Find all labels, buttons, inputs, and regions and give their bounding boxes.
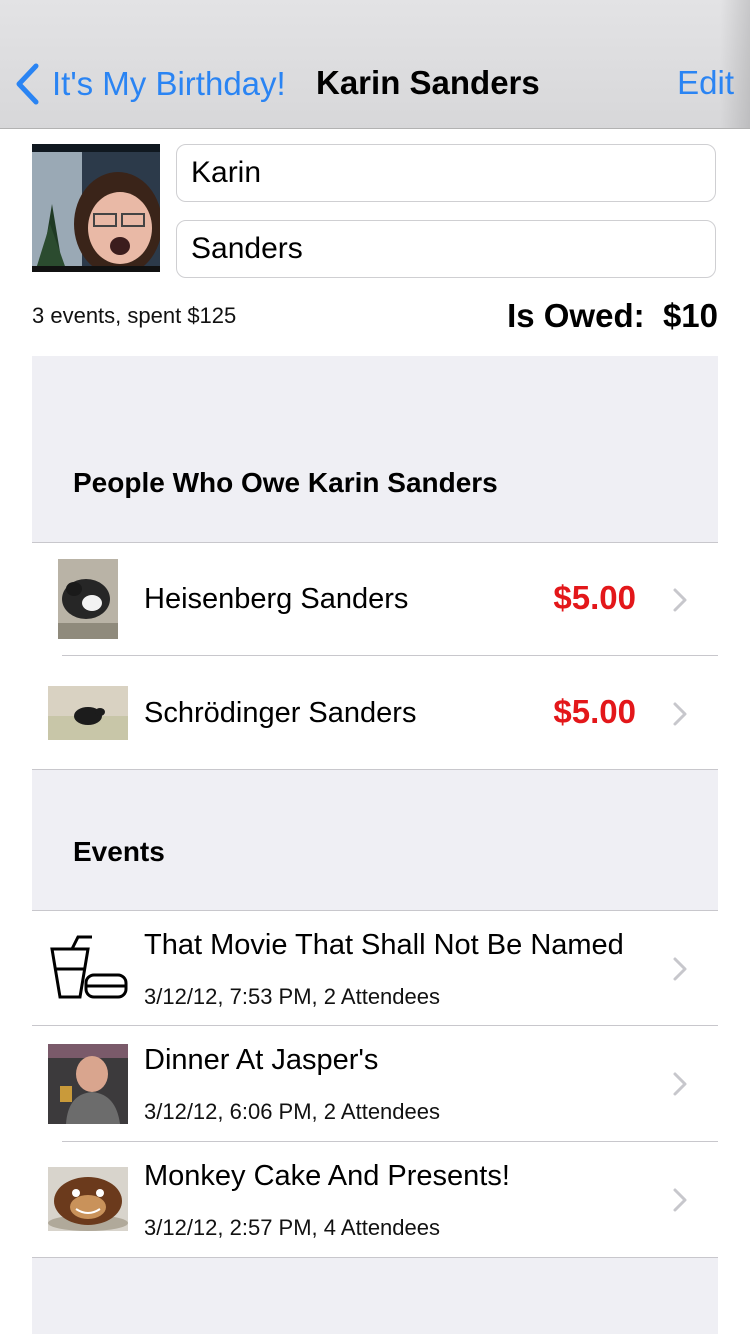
person-row-schrodinger[interactable]: Schrödinger Sanders $5.00 <box>32 656 718 770</box>
owed-amount: $10 <box>662 297 718 334</box>
chevron-left-icon <box>16 63 39 105</box>
navigation-bar: It's My Birthday! Karin Sanders Edit <box>0 0 750 129</box>
chevron-right-icon <box>673 1072 687 1096</box>
event-row[interactable]: That Movie That Shall Not Be Named 3/12/… <box>32 911 718 1026</box>
person-photo <box>58 559 118 639</box>
event-row[interactable]: Dinner At Jasper's 3/12/12, 6:06 PM, 2 A… <box>32 1026 718 1142</box>
chevron-right-icon <box>673 588 687 612</box>
edit-button[interactable]: Edit <box>677 64 734 102</box>
owe-section-title: People Who Owe Karin Sanders <box>73 467 498 498</box>
events-section-header: Events <box>32 770 718 910</box>
person-name: Heisenberg Sanders <box>144 583 409 615</box>
events-section-title: Events <box>73 836 165 867</box>
table-footer <box>32 1258 718 1334</box>
event-title: Monkey Cake And Presents! <box>144 1160 510 1192</box>
owe-section-header: People Who Owe Karin Sanders <box>32 356 718 542</box>
event-title: Dinner At Jasper's <box>144 1044 379 1076</box>
drink-food-icon <box>48 935 128 999</box>
chevron-right-icon <box>673 702 687 726</box>
person-name: Schrödinger Sanders <box>144 697 417 729</box>
person-amount: $5.00 <box>553 693 636 730</box>
event-details: 3/12/12, 2:57 PM, 4 Attendees <box>144 1215 440 1240</box>
profile-avatar[interactable] <box>32 144 160 272</box>
event-details: 3/12/12, 6:06 PM, 2 Attendees <box>144 1099 440 1124</box>
event-summary: 3 events, spent $125 <box>32 303 237 328</box>
page-title: Karin Sanders <box>316 64 540 101</box>
first-name-input[interactable] <box>177 145 715 201</box>
last-name-field[interactable] <box>176 220 716 278</box>
person-amount: $5.00 <box>553 579 636 616</box>
first-name-field[interactable] <box>176 144 716 202</box>
person-photo <box>48 686 128 740</box>
chevron-right-icon <box>673 957 687 981</box>
event-row[interactable]: Monkey Cake And Presents! 3/12/12, 2:57 … <box>32 1142 718 1257</box>
last-name-input[interactable] <box>177 221 715 277</box>
chevron-right-icon <box>673 1188 687 1212</box>
details-table: People Who Owe Karin Sanders Heisenberg … <box>32 356 718 1334</box>
owed-summary: Is Owed: $10 <box>507 297 718 335</box>
back-button-label: It's My Birthday! <box>52 65 286 102</box>
owed-label: Is Owed: <box>507 297 645 334</box>
event-title: That Movie That Shall Not Be Named <box>144 929 624 961</box>
back-button[interactable]: It's My Birthday! <box>14 60 286 108</box>
event-photo <box>48 1167 128 1231</box>
person-row-heisenberg[interactable]: Heisenberg Sanders $5.00 <box>32 543 718 656</box>
event-photo <box>48 1044 128 1124</box>
event-details: 3/12/12, 7:53 PM, 2 Attendees <box>144 984 440 1009</box>
